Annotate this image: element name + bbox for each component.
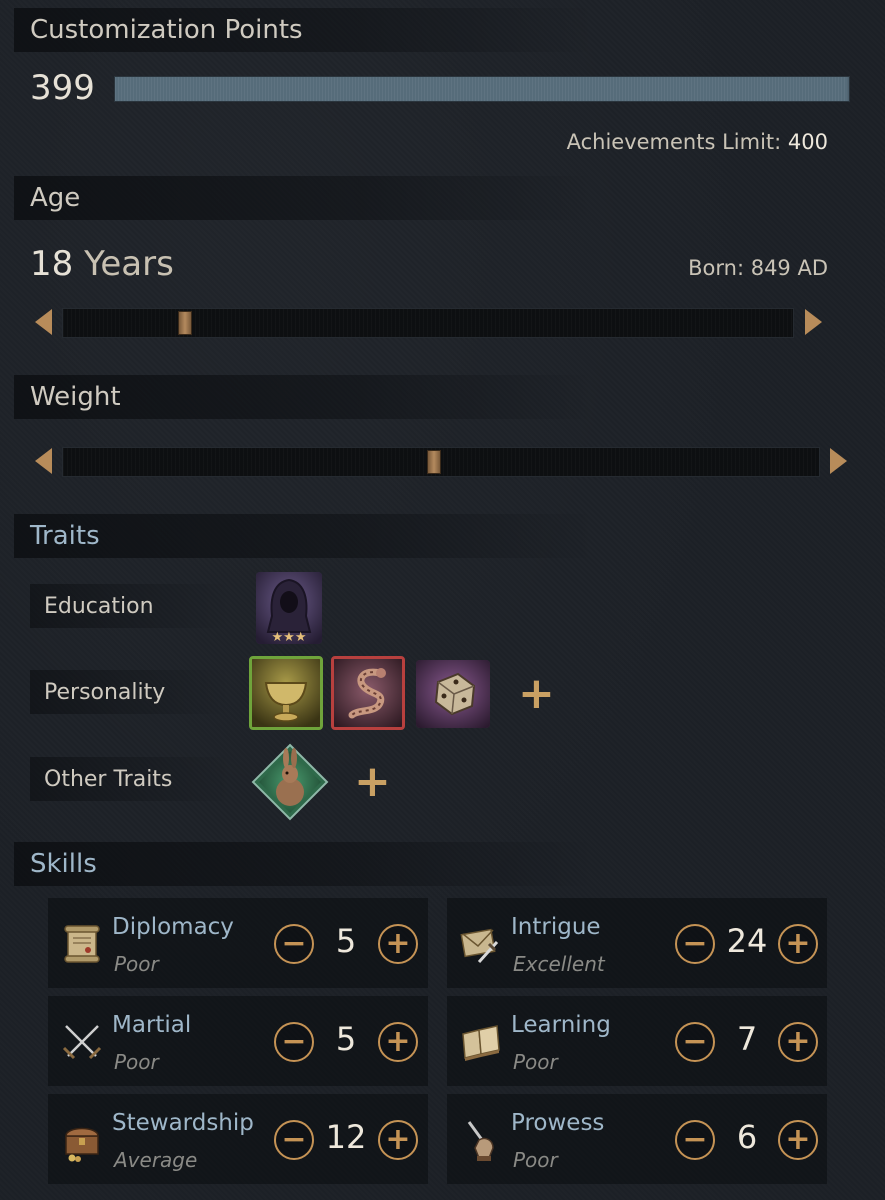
skill-learning: Learning Poor − 7 + (447, 996, 827, 1086)
increase-diplomacy-button[interactable]: + (378, 924, 418, 964)
trait-row-label-other: Other Traits (30, 757, 230, 801)
skill-level: Excellent (513, 952, 605, 976)
skill-value: 12 (325, 1118, 367, 1156)
customization-points-header: Customization Points (14, 8, 594, 52)
skill-name: Intrigue (511, 914, 601, 940)
customization-points-value: 399 (30, 68, 95, 108)
skill-level: Poor (114, 1050, 159, 1074)
age-slider-handle[interactable] (178, 311, 192, 335)
rabbit-icon[interactable] (250, 742, 330, 822)
decrease-stewardship-button[interactable]: − (274, 1120, 314, 1160)
skill-martial: Martial Poor − 5 + (48, 996, 428, 1086)
traits-title: Traits (30, 521, 100, 551)
weight-header: Weight (14, 375, 594, 419)
skills-header: Skills (14, 842, 594, 886)
trait-row-label-education: Education (30, 584, 230, 628)
skill-level: Poor (513, 1148, 558, 1172)
trait-row-label-personality: Personality (30, 670, 230, 714)
skills-title: Skills (30, 849, 97, 879)
treasure-chest-icon (60, 1118, 104, 1162)
age-header: Age (14, 176, 594, 220)
weight-decrease-arrow-icon[interactable] (35, 448, 52, 474)
skill-name: Diplomacy (112, 914, 234, 940)
increase-martial-button[interactable]: + (378, 1022, 418, 1062)
crossed-swords-icon (60, 1020, 104, 1064)
weight-slider[interactable] (62, 447, 820, 477)
achievements-limit-label: Achievements Limit: (566, 130, 782, 154)
age-slider[interactable] (62, 308, 794, 338)
svg-text:★★★: ★★★ (272, 630, 307, 644)
age-number: 18 (30, 244, 74, 284)
increase-stewardship-button[interactable]: + (378, 1120, 418, 1160)
skill-prowess: Prowess Poor − 6 + (447, 1094, 827, 1184)
age-increase-arrow-icon[interactable] (805, 309, 822, 335)
weight-title: Weight (30, 382, 121, 412)
skill-value: 5 (335, 922, 357, 960)
customization-points-bar-fill (115, 77, 848, 101)
skill-value: 24 (726, 922, 768, 960)
decrease-martial-button[interactable]: − (274, 1022, 314, 1062)
skill-value: 6 (736, 1118, 758, 1156)
weight-increase-arrow-icon[interactable] (830, 448, 847, 474)
weight-slider-handle[interactable] (427, 450, 441, 474)
increase-prowess-button[interactable]: + (778, 1120, 818, 1160)
age-unit: Years (84, 244, 174, 284)
decrease-learning-button[interactable]: − (675, 1022, 715, 1062)
gauntlet-icon (459, 1118, 503, 1162)
customization-points-title: Customization Points (30, 15, 303, 45)
skill-name: Stewardship (112, 1110, 254, 1136)
achievements-limit: Achievements Limit: 400 (567, 130, 828, 154)
add-other-trait-button[interactable]: + (354, 760, 391, 804)
skill-name: Learning (511, 1012, 611, 1038)
age-title: Age (30, 183, 81, 213)
hooded-scholar-icon[interactable]: ★★★ (256, 572, 322, 644)
age-decrease-arrow-icon[interactable] (35, 309, 52, 335)
skill-level: Average (114, 1148, 198, 1172)
customization-points-bar (114, 76, 850, 102)
dice-icon[interactable] (416, 660, 490, 728)
book-icon (459, 1020, 503, 1064)
skill-name: Martial (112, 1012, 192, 1038)
decrease-diplomacy-button[interactable]: − (274, 924, 314, 964)
achievements-limit-value: 400 (787, 130, 828, 154)
dagger-letter-icon (459, 922, 503, 966)
decrease-intrigue-button[interactable]: − (675, 924, 715, 964)
serpent-icon[interactable] (331, 656, 405, 730)
skill-diplomacy: Diplomacy Poor − 5 + (48, 898, 428, 988)
chalice-icon[interactable] (249, 656, 323, 730)
skill-stewardship: Stewardship Average − 12 + (48, 1094, 428, 1184)
skill-name: Prowess (511, 1110, 605, 1136)
born-year: Born: 849 AD (688, 256, 828, 280)
add-personality-trait-button[interactable]: + (518, 672, 555, 716)
scroll-icon (60, 922, 104, 966)
increase-intrigue-button[interactable]: + (778, 924, 818, 964)
skill-value: 7 (736, 1020, 758, 1058)
skill-intrigue: Intrigue Excellent − 24 + (447, 898, 827, 988)
skill-level: Poor (114, 952, 159, 976)
age-value: 18 Years (30, 244, 174, 284)
traits-header: Traits (14, 514, 594, 558)
skill-value: 5 (335, 1020, 357, 1058)
decrease-prowess-button[interactable]: − (675, 1120, 715, 1160)
skill-level: Poor (513, 1050, 558, 1074)
character-customization-panel: Customization Points 399 Achievements Li… (0, 0, 885, 1200)
increase-learning-button[interactable]: + (778, 1022, 818, 1062)
